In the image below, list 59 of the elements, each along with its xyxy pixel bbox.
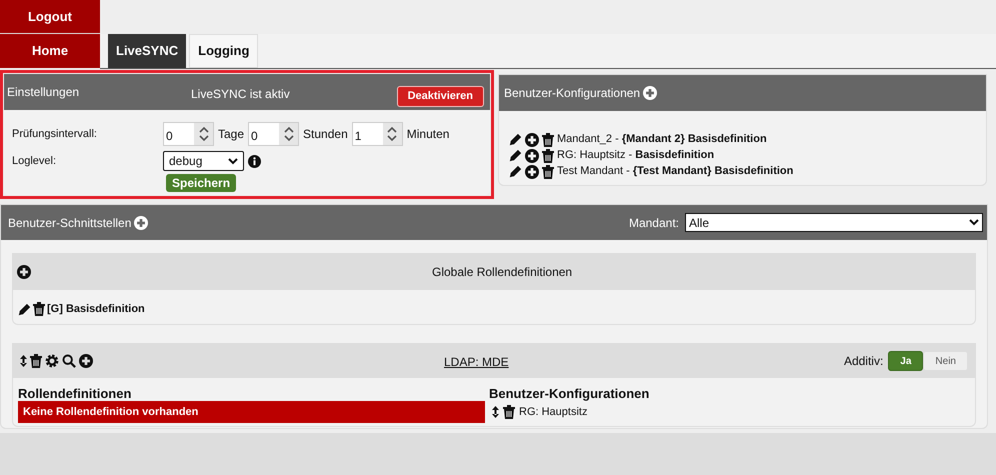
loglevel-dropdown[interactable]: debug — [163, 151, 244, 171]
toggle-option[interactable]: Ja — [888, 351, 924, 371]
number-field[interactable]: 1 — [352, 122, 403, 146]
config-entry[interactable]: RG: Hauptsitz - Basisdefinition — [557, 147, 714, 164]
save-button[interactable]: Speichern — [166, 174, 236, 192]
config-entry[interactable]: RG: Hauptsitz — [519, 404, 588, 420]
plus-circle-icon[interactable] — [525, 148, 539, 162]
number-field[interactable]: 0 — [163, 122, 214, 146]
status-text: LiveSYNC ist aktiv — [191, 86, 290, 103]
group-title: Globale Rollendefinitionen — [432, 264, 572, 281]
field-label: Mandant: — [628, 214, 679, 232]
tab[interactable]: Logging — [189, 34, 258, 68]
up-down-arrow-icon[interactable] — [20, 355, 27, 367]
search-icon[interactable] — [62, 354, 76, 368]
ldap-link[interactable]: LDAP: MDE — [444, 353, 509, 371]
mandant-dropdown[interactable]: Alle — [685, 213, 983, 232]
pencil-icon[interactable] — [509, 165, 522, 178]
trash-icon[interactable] — [30, 354, 42, 368]
pencil-icon[interactable] — [509, 133, 522, 146]
pencil-icon[interactable] — [18, 302, 31, 316]
trash-icon[interactable] — [503, 405, 515, 420]
unit-label: Tage — [217, 126, 246, 143]
unit-label: Minuten — [406, 126, 450, 143]
config-entry[interactable]: Test Mandant - {Test Mandant} Basisdefinition — [557, 163, 794, 180]
plus-circle-icon[interactable] — [17, 265, 31, 279]
unit-label: Stunden — [302, 126, 349, 143]
chevron-down-icon — [969, 219, 979, 226]
nav-link[interactable]: Logout — [0, 0, 100, 34]
role-entry[interactable]: [G] Basisdefinition — [47, 301, 145, 318]
spinner-icon[interactable] — [387, 126, 398, 142]
section-title: Rollendefinitionen — [18, 386, 132, 401]
panel-title: Einstellungen — [7, 84, 80, 101]
gear-icon[interactable] — [45, 354, 59, 368]
tab[interactable]: LiveSYNC — [108, 34, 186, 68]
nav-link[interactable]: Home — [0, 34, 100, 68]
number-field[interactable]: 0 — [248, 122, 300, 146]
spinner-icon[interactable] — [284, 126, 294, 142]
pencil-icon[interactable] — [509, 149, 522, 162]
empty-notice: Keine Rollendefinition vorhanden — [18, 401, 485, 423]
chevron-down-icon — [228, 158, 238, 164]
toggle-option[interactable]: Nein — [923, 351, 968, 371]
field-label: Loglevel: — [11, 154, 58, 169]
panel-title: Benutzer-Schnittstellen — [8, 214, 132, 232]
field-label: Additiv: — [844, 353, 884, 370]
plus-circle-icon[interactable] — [79, 354, 93, 368]
field-label: Prüfungsintervall: — [11, 126, 98, 142]
trash-icon[interactable] — [542, 164, 554, 178]
deactivate-button[interactable]: Deaktivieren — [396, 86, 484, 106]
plus-circle-icon[interactable] — [525, 164, 539, 178]
plus-circle-icon[interactable] — [525, 132, 539, 146]
up-down-arrow-icon[interactable] — [492, 406, 499, 418]
config-entry[interactable]: Mandant_2 - {Mandant 2} Basisdefinition — [557, 131, 767, 148]
panel-title: Benutzer-Konfigurationen — [504, 85, 640, 102]
trash-icon[interactable] — [542, 148, 554, 162]
spinner-icon[interactable] — [198, 126, 208, 142]
trash-icon[interactable] — [542, 132, 554, 146]
section-title: Benutzer-Konfigurationen — [489, 386, 650, 401]
trash-icon[interactable] — [33, 302, 45, 316]
info-icon[interactable] — [248, 154, 261, 168]
